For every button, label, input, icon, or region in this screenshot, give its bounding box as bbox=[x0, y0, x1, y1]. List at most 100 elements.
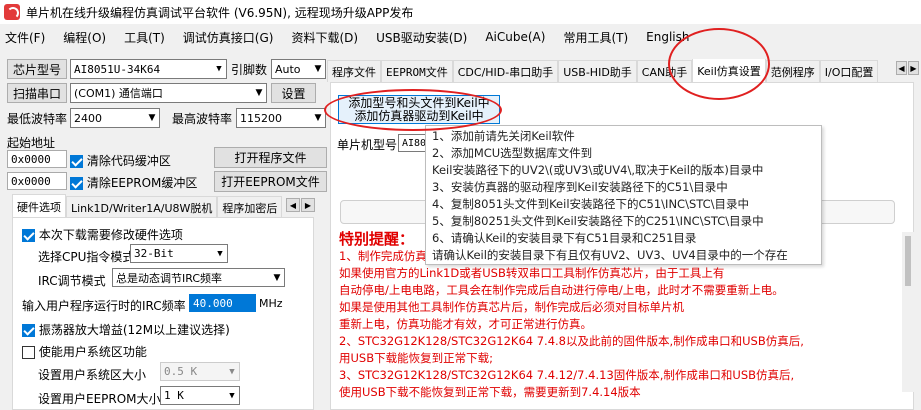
chevron-down-icon: ▼ bbox=[148, 113, 156, 123]
pins-value: Auto bbox=[275, 62, 301, 76]
start-address-input-1[interactable]: 0x0000 bbox=[7, 150, 67, 168]
checkbox-checked-icon bbox=[22, 229, 35, 242]
tab-examples[interactable]: 范例程序 bbox=[765, 60, 820, 82]
chevron-down-icon: ▼ bbox=[314, 113, 322, 123]
menu-file[interactable]: 文件(F) bbox=[0, 29, 50, 46]
irc-mode-select[interactable]: 总是动态调节IRC频率 ▼ bbox=[112, 268, 285, 287]
menu-download[interactable]: 资料下载(D) bbox=[286, 29, 363, 46]
warning-line: 2、STC32G12K128/STC32G12K64 7.4.8以及此前的固件版… bbox=[339, 334, 804, 348]
tooltip-line: Keil安装路径下的UV2\(或UV3\或UV4\,取决于Keil的版本)目录中 bbox=[432, 163, 764, 177]
clear-eeprom-checkbox[interactable]: 清除EEPROM缓冲区 bbox=[70, 174, 197, 191]
mcu-model-label: 单片机型号 bbox=[337, 138, 398, 152]
osc-gain-checkbox[interactable]: 振荡器放大增益(12M以上建议选择) bbox=[22, 321, 230, 338]
right-tabs: 程序文件 EEPROM文件 CDC/HID-串口助手 USB-HID助手 CAN… bbox=[327, 59, 897, 82]
menu-program[interactable]: 编程(O) bbox=[58, 29, 111, 46]
chip-model-label[interactable]: 芯片型号 bbox=[7, 59, 67, 79]
chevron-down-icon: ▼ bbox=[217, 248, 223, 259]
menu-tools[interactable]: 工具(T) bbox=[119, 29, 170, 46]
tooltip-line: 请确认Keil的安装目录下有且仅有UV2、UV3、UV4目录中的一个存在 bbox=[432, 248, 788, 262]
chevron-left-icon: ◀ bbox=[898, 63, 905, 73]
min-baud-label: 最低波特率 bbox=[7, 112, 68, 126]
tooltip-line: 2、添加MCU选型数据库文件到 bbox=[432, 146, 593, 160]
port-value: (COM1) 通信端口 bbox=[74, 87, 163, 100]
warning-line: 自动停电/上电电路，工具会在制作完成后自动进行停电/上电，此时才不需要重新上电。 bbox=[339, 283, 784, 297]
clear-code-checkbox[interactable]: 清除代码缓冲区 bbox=[70, 152, 171, 169]
max-baud-label: 最高波特率 bbox=[172, 112, 233, 126]
start-address-input-2[interactable]: 0x0000 bbox=[7, 172, 67, 190]
irc-freq-label: 输入用户程序运行时的IRC频率 bbox=[22, 299, 186, 313]
tab-usb-hid[interactable]: USB-HID助手 bbox=[558, 60, 637, 82]
max-baud-value: 115200 bbox=[240, 111, 282, 125]
menu-debug[interactable]: 调试仿真接口(G) bbox=[178, 29, 279, 46]
tab-scroll-left-button[interactable]: ◀ bbox=[286, 198, 300, 212]
chip-model-select[interactable]: AI8051U-34K64 ▼ bbox=[70, 59, 227, 79]
modify-options-checkbox[interactable]: 本次下载需要修改硬件选项 bbox=[22, 226, 183, 243]
annotation-ellipse-add-button bbox=[324, 89, 502, 131]
chevron-down-icon: ▼ bbox=[216, 64, 222, 74]
title-bar: 单片机在线升级编程仿真调试平台软件 (V6.95N), 远程现场升级APP发布 bbox=[0, 0, 921, 24]
keil-tooltip: 1、添加前请先关闭Keil软件 2、添加MCU选型数据库文件到 Keil安装路径… bbox=[425, 125, 822, 265]
eeprom-size-select[interactable]: 1 K ▼ bbox=[160, 386, 240, 405]
eeprom-size-label: 设置用户EEPROM大小 bbox=[38, 392, 161, 406]
scan-port-button[interactable]: 扫描串口 bbox=[7, 83, 67, 103]
eeprom-size-value: 1 K bbox=[164, 389, 184, 402]
cpu-mode-label: 选择CPU指令模式 bbox=[38, 250, 135, 264]
menu-usb-driver[interactable]: USB驱动安装(D) bbox=[371, 29, 472, 46]
warning-line: 如果是使用其他工具制作仿真芯片后，制作完成后必须对目标单片机 bbox=[339, 300, 684, 314]
cpu-mode-select[interactable]: 32-Bit ▼ bbox=[130, 244, 228, 263]
pins-label: 引脚数 bbox=[231, 63, 268, 77]
irc-freq-input[interactable]: 40.000 bbox=[189, 294, 256, 312]
chevron-down-icon: ▼ bbox=[273, 272, 281, 283]
max-baud-select[interactable]: 115200 ▼ bbox=[236, 108, 326, 128]
scrollbar-thumb[interactable] bbox=[905, 236, 911, 286]
right-tab-scroll-left[interactable]: ◀ bbox=[896, 61, 907, 75]
warning-line: 重新上电，仿真功能才有效，才可正常进行仿真。 bbox=[339, 317, 592, 331]
checkbox-checked-icon bbox=[70, 177, 83, 190]
right-tab-scroll-right[interactable]: ▶ bbox=[908, 61, 919, 75]
app-icon bbox=[4, 4, 20, 20]
warning-scrollbar[interactable] bbox=[902, 232, 914, 392]
tooltip-line: 5、复制80251头文件到Keil安装路径下的C251\INC\STC\目录中 bbox=[432, 214, 764, 228]
tooltip-line: 1、添加前请先关闭Keil软件 bbox=[432, 129, 575, 143]
port-settings-button[interactable]: 设置 bbox=[271, 83, 316, 103]
chevron-left-icon: ◀ bbox=[289, 200, 297, 210]
chevron-right-icon: ▶ bbox=[304, 200, 312, 210]
menu-common-tools[interactable]: 常用工具(T) bbox=[558, 29, 633, 46]
sys-size-select[interactable]: 0.5 K ▼ bbox=[160, 362, 240, 381]
min-baud-value: 2400 bbox=[74, 111, 102, 125]
tab-hardware-options[interactable]: 硬件选项 bbox=[12, 194, 66, 218]
chevron-down-icon: ▼ bbox=[229, 366, 235, 377]
start-address-label: 起始地址 bbox=[7, 136, 56, 150]
user-sys-checkbox[interactable]: 使能用户系统区功能 bbox=[22, 343, 147, 360]
tab-eeprom-file[interactable]: EEPROM文件 bbox=[381, 60, 453, 82]
checkbox-checked-icon bbox=[22, 324, 35, 337]
tab-link1d-offline[interactable]: Link1D/Writer1A/U8W脱机 bbox=[66, 196, 218, 218]
user-sys-label: 使能用户系统区功能 bbox=[38, 345, 147, 359]
menu-bar: 文件(F) 编程(O) 工具(T) 调试仿真接口(G) 资料下载(D) USB驱… bbox=[0, 26, 921, 48]
tab-scroll-right-button[interactable]: ▶ bbox=[301, 198, 315, 212]
tab-cdc-hid-serial[interactable]: CDC/HID-串口助手 bbox=[452, 60, 559, 82]
port-select[interactable]: (COM1) 通信端口 ▼ bbox=[70, 83, 267, 103]
warning-text: 1、制作完成仿真 如果使用官方的Link1D或者USB转双串口工具制作仿真芯片，… bbox=[339, 248, 909, 401]
open-program-button[interactable]: 打开程序文件 bbox=[214, 147, 327, 168]
warning-line: 使用USB下载不能恢复到正常下载，需要更新到7.4.14版本 bbox=[339, 385, 641, 399]
irc-freq-unit: MHz bbox=[259, 297, 283, 310]
chevron-down-icon: ▼ bbox=[229, 390, 235, 401]
menu-aicube[interactable]: AiCube(A) bbox=[480, 30, 550, 44]
tab-program-encrypt[interactable]: 程序加密后 bbox=[217, 196, 283, 218]
tab-program-file[interactable]: 程序文件 bbox=[327, 60, 381, 82]
chevron-down-icon: ▼ bbox=[255, 88, 263, 98]
tab-io-config[interactable]: I/O口配置 bbox=[819, 60, 879, 82]
warning-line: 用USB下载能恢复到正常下载; bbox=[339, 351, 493, 365]
pins-select[interactable]: Auto ▼ bbox=[271, 59, 326, 79]
irc-mode-value: 总是动态调节IRC频率 bbox=[116, 271, 223, 285]
min-baud-select[interactable]: 2400 ▼ bbox=[70, 108, 160, 128]
tooltip-line: 4、复制8051头文件到Keil安装路径下的C51\INC\STC\目录中 bbox=[432, 197, 750, 211]
sys-size-value: 0.5 K bbox=[164, 365, 198, 378]
open-eeprom-button[interactable]: 打开EEPROM文件 bbox=[214, 171, 327, 192]
annotation-ellipse-keil-tab bbox=[668, 28, 770, 100]
osc-gain-label: 振荡器放大增益(12M以上建议选择) bbox=[38, 323, 230, 337]
chevron-down-icon: ▼ bbox=[314, 64, 322, 74]
warning-line: 如果使用官方的Link1D或者USB转双串口工具制作仿真芯片，由于工具上有 bbox=[339, 266, 725, 280]
cpu-mode-value: 32-Bit bbox=[134, 247, 174, 260]
